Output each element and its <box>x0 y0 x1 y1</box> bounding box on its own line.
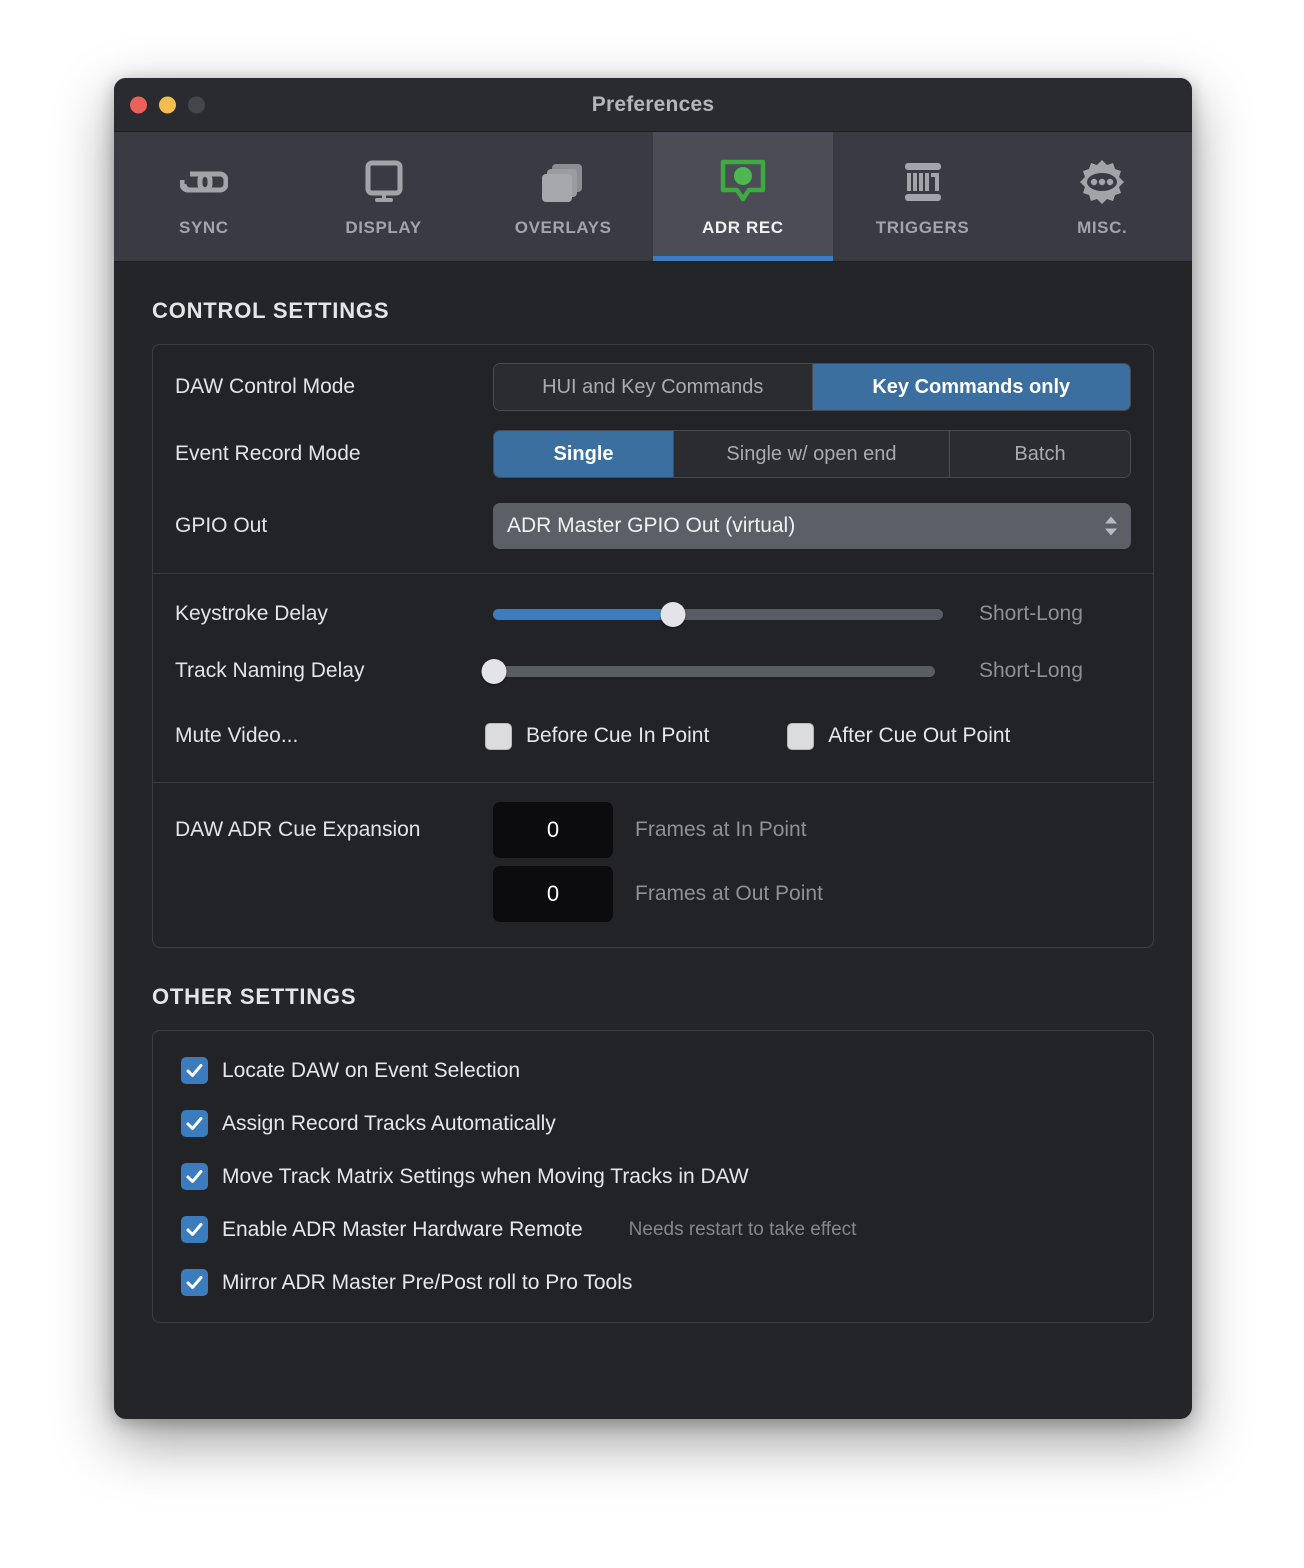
tab-sync-label: SYNC <box>179 217 229 237</box>
move-track-matrix-checkbox[interactable] <box>181 1163 208 1190</box>
tab-sync[interactable]: SYNC <box>114 132 294 261</box>
assign-record-tracks-checkbox[interactable] <box>181 1110 208 1137</box>
segment-single[interactable]: Single <box>494 431 674 477</box>
chevron-updown-icon <box>1105 516 1117 536</box>
enable-hardware-remote-checkbox[interactable] <box>181 1216 208 1243</box>
control-settings-heading: CONTROL SETTINGS <box>152 298 390 323</box>
window-titlebar: Preferences <box>114 78 1192 132</box>
tab-overlays-label: OVERLAYS <box>514 217 612 237</box>
screenshot-root: Preferences SYNC DISPLAY OVERLAYS ADR RE… <box>0 0 1304 1568</box>
midi-icon <box>899 156 947 208</box>
frames-at-in-point-input[interactable]: 0 <box>493 802 613 858</box>
layers-icon <box>538 156 588 208</box>
checkbox-after-cue-out-point[interactable]: After Cue Out Point <box>787 722 1011 750</box>
cue-expansion-label: DAW ADR Cue Expansion <box>175 818 421 841</box>
segment-hui-and-key-commands[interactable]: HUI and Key Commands <box>494 364 813 410</box>
checkbox-before-cue-in-point[interactable]: Before Cue In Point <box>485 722 710 750</box>
before-cue-in-point-label: Before Cue In Point <box>526 724 710 747</box>
track-naming-delay-caption: Short-Long <box>979 659 1083 682</box>
checkbox-assign-record-tracks-automatically[interactable]: Assign Record Tracks Automatically <box>181 1110 1125 1137</box>
preferences-tabbar: SYNC DISPLAY OVERLAYS ADR REC TRIGGERS M… <box>114 132 1192 262</box>
assign-record-tracks-label: Assign Record Tracks Automatically <box>222 1111 556 1135</box>
daw-control-mode-segmented[interactable]: HUI and Key Commands Key Commands only <box>493 363 1131 411</box>
row-gpio-out: GPIO Out ADR Master GPIO Out (virtual) <box>153 491 1153 573</box>
minimize-button[interactable] <box>159 96 176 113</box>
frames-at-out-point-input[interactable]: 0 <box>493 866 613 922</box>
segment-batch[interactable]: Batch <box>950 431 1130 477</box>
tab-display-label: DISPLAY <box>345 217 422 237</box>
window-title: Preferences <box>591 92 715 116</box>
track-naming-delay-label: Track Naming Delay <box>175 659 365 682</box>
checkbox-enable-adr-master-hardware-remote[interactable]: Enable ADR Master Hardware Remote Needs … <box>181 1216 1125 1243</box>
tab-triggers-label: TRIGGERS <box>875 217 970 237</box>
other-settings-panel: Locate DAW on Event Selection Assign Rec… <box>152 1030 1154 1323</box>
track-naming-delay-slider[interactable] <box>481 656 935 686</box>
after-cue-out-point-checkbox[interactable] <box>787 722 815 750</box>
locate-daw-checkbox[interactable] <box>181 1057 208 1084</box>
keystroke-delay-slider[interactable] <box>493 599 943 629</box>
preferences-window: Preferences SYNC DISPLAY OVERLAYS ADR RE… <box>114 78 1192 1419</box>
frames-at-out-point-caption: Frames at Out Point <box>635 882 823 905</box>
checkbox-move-track-matrix-settings[interactable]: Move Track Matrix Settings when Moving T… <box>181 1163 1125 1190</box>
event-record-mode-segmented[interactable]: Single Single w/ open end Batch <box>493 430 1131 478</box>
traffic-light-buttons <box>130 96 205 113</box>
other-settings-heading: OTHER SETTINGS <box>152 984 357 1009</box>
tab-display[interactable]: DISPLAY <box>294 132 474 261</box>
row-cue-expansion-out: 0 Frames at Out Point <box>153 861 1153 947</box>
row-cue-expansion-in: DAW ADR Cue Expansion 0 Frames at In Poi… <box>153 783 1153 861</box>
gpio-out-dropdown[interactable]: ADR Master GPIO Out (virtual) <box>493 503 1131 549</box>
tab-adr-rec[interactable]: ADR REC <box>653 132 833 261</box>
zoom-button <box>188 96 205 113</box>
keystroke-delay-caption: Short-Long <box>979 602 1083 625</box>
enable-hardware-remote-note: Needs restart to take effect <box>628 1218 857 1240</box>
link-icon <box>179 156 228 208</box>
move-track-matrix-label: Move Track Matrix Settings when Moving T… <box>222 1164 749 1188</box>
gpio-out-value: ADR Master GPIO Out (virtual) <box>507 514 796 537</box>
row-keystroke-delay: Keystroke Delay Short-Long <box>153 574 1153 640</box>
tab-overlays[interactable]: OVERLAYS <box>473 132 653 261</box>
monitor-icon <box>361 156 407 208</box>
mute-video-label: Mute Video... <box>175 724 299 747</box>
gear-icon <box>1077 156 1127 208</box>
enable-hardware-remote-label: Enable ADR Master Hardware Remote <box>222 1217 583 1241</box>
tab-misc[interactable]: MISC. <box>1012 132 1192 261</box>
preferences-content: CONTROL SETTINGS DAW Control Mode HUI an… <box>114 262 1192 1419</box>
track-naming-delay-thumb[interactable] <box>481 658 507 684</box>
track-naming-delay-track <box>485 665 935 677</box>
keystroke-delay-fill <box>493 608 673 620</box>
tab-adr-rec-label: ADR REC <box>702 217 784 237</box>
keystroke-delay-label: Keystroke Delay <box>175 602 328 625</box>
segment-single-open-end[interactable]: Single w/ open end <box>674 431 950 477</box>
mirror-prepost-roll-checkbox[interactable] <box>181 1269 208 1296</box>
frames-at-in-point-caption: Frames at In Point <box>635 818 807 841</box>
row-mute-video: Mute Video... Before Cue In Point After … <box>153 702 1153 782</box>
control-settings-panel: DAW Control Mode HUI and Key Commands Ke… <box>152 344 1154 948</box>
tab-misc-label: MISC. <box>1077 217 1128 237</box>
row-event-record-mode: Event Record Mode Single Single w/ open … <box>153 417 1153 491</box>
gpio-out-label: GPIO Out <box>175 514 268 537</box>
checkbox-locate-daw-on-event-selection[interactable]: Locate DAW on Event Selection <box>181 1057 1125 1084</box>
mirror-prepost-roll-label: Mirror ADR Master Pre/Post roll to Pro T… <box>222 1270 633 1294</box>
before-cue-in-point-checkbox[interactable] <box>485 722 512 750</box>
after-cue-out-point-label: After Cue Out Point <box>828 724 1011 747</box>
record-bubble-icon <box>718 156 768 208</box>
locate-daw-label: Locate DAW on Event Selection <box>222 1058 521 1082</box>
tab-triggers[interactable]: TRIGGERS <box>833 132 1013 261</box>
row-track-naming-delay: Track Naming Delay Short-Long <box>153 640 1153 702</box>
event-record-mode-label: Event Record Mode <box>175 442 361 465</box>
close-button[interactable] <box>130 96 147 113</box>
row-daw-control-mode: DAW Control Mode HUI and Key Commands Ke… <box>153 345 1153 417</box>
checkbox-mirror-adr-master-prepost-roll[interactable]: Mirror ADR Master Pre/Post roll to Pro T… <box>181 1269 1125 1296</box>
keystroke-delay-thumb[interactable] <box>660 601 686 627</box>
daw-control-mode-label: DAW Control Mode <box>175 375 356 398</box>
segment-key-commands-only[interactable]: Key Commands only <box>812 364 1130 410</box>
